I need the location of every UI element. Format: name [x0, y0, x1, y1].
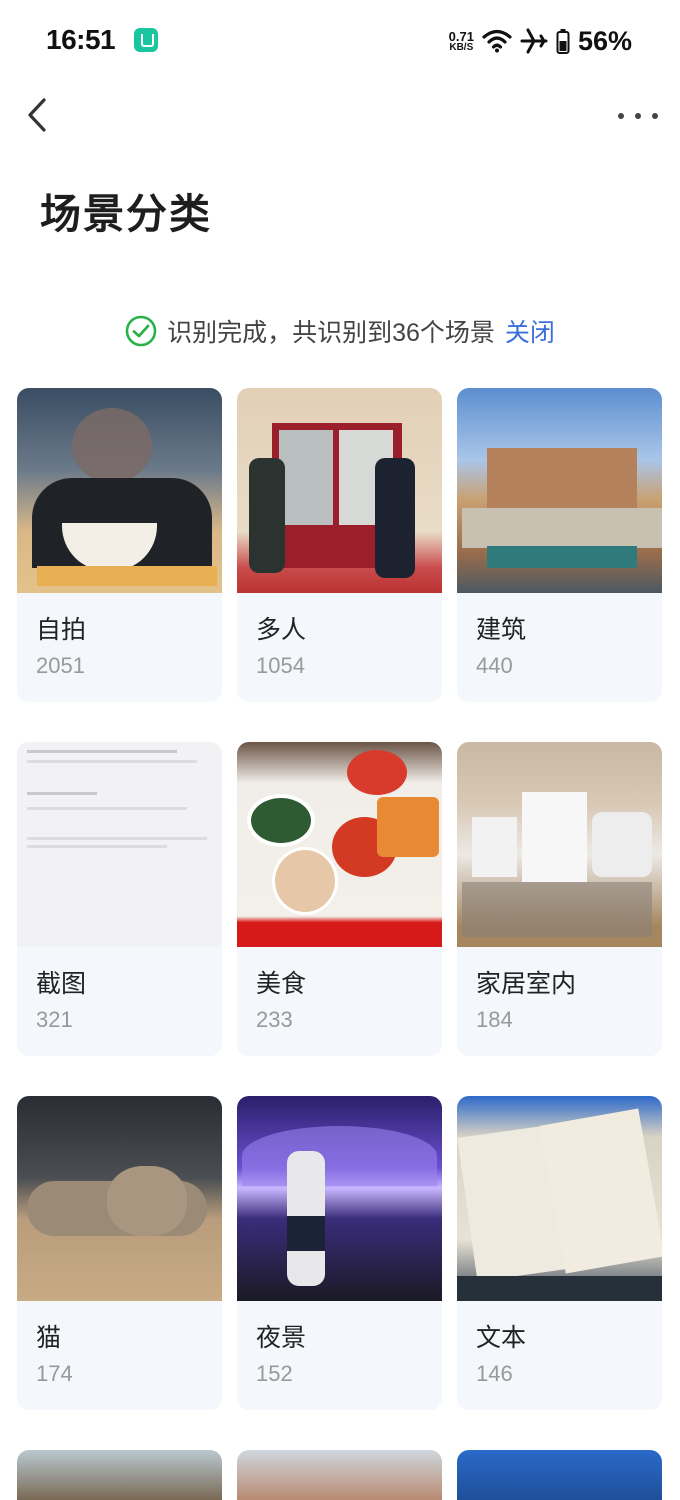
scene-card-selfie[interactable]: 自拍 2051 [17, 388, 222, 702]
scene-card-partial[interactable] [457, 1450, 662, 1500]
more-horizontal-icon [635, 113, 641, 119]
battery-icon [556, 29, 570, 54]
scene-count: 152 [256, 1361, 293, 1386]
battery-percent: 56% [577, 25, 632, 56]
scene-thumbnail [457, 742, 662, 947]
close-banner-link[interactable]: 关闭 [505, 313, 555, 349]
status-bar: 16:51 0.71 KB/S 56% [0, 0, 680, 80]
scene-thumbnail [457, 388, 662, 593]
scene-card-building[interactable]: 建筑 440 [457, 388, 662, 702]
scene-name: 美食 [256, 970, 307, 998]
scene-card-food[interactable]: 美食 233 [237, 742, 442, 1056]
more-horizontal-icon [652, 113, 658, 119]
network-speed-unit: KB/S [449, 41, 474, 53]
status-time: 16:51 [46, 24, 116, 55]
scene-thumbnail [17, 1096, 222, 1301]
scene-card-home-interior[interactable]: 家居室内 184 [457, 742, 662, 1056]
scene-name: 文本 [476, 1324, 527, 1352]
scene-name: 猫 [36, 1324, 62, 1352]
scene-card-partial[interactable] [17, 1450, 222, 1500]
scene-count: 2051 [36, 653, 85, 678]
scene-card-partial[interactable] [237, 1450, 442, 1500]
back-button[interactable] [18, 94, 58, 138]
page-title: 场景分类 [40, 191, 212, 237]
scene-card-screenshot[interactable]: 截图 321 [17, 742, 222, 1056]
scene-thumbnail [457, 1096, 662, 1301]
scene-count: 233 [256, 1007, 293, 1032]
scene-name: 建筑 [476, 616, 527, 644]
scene-name: 家居室内 [476, 970, 577, 998]
scene-name: 截图 [36, 970, 87, 998]
app-notification-icon [134, 28, 158, 52]
scene-count: 440 [476, 653, 513, 678]
scene-count: 1054 [256, 653, 305, 678]
chevron-left-icon [28, 98, 46, 132]
banner-text: 识别完成，共识别到36个场景 [167, 319, 495, 347]
recognition-banner: 识别完成，共识别到36个场景 关闭 [0, 310, 680, 352]
scene-name: 多人 [256, 616, 307, 644]
more-horizontal-icon [618, 113, 624, 119]
scene-count: 174 [36, 1361, 73, 1386]
scene-count: 321 [36, 1007, 73, 1032]
network-speed: 0.71 KB/S [449, 30, 474, 53]
network-speed-value: 0.71 [448, 28, 474, 44]
scene-name: 夜景 [256, 1324, 307, 1352]
check-circle-icon [125, 315, 157, 347]
wifi-icon [482, 29, 512, 53]
nav-bar [0, 80, 680, 160]
scene-card-night[interactable]: 夜景 152 [237, 1096, 442, 1410]
scene-thumbnail [17, 742, 222, 947]
scene-card-group[interactable]: 多人 1054 [237, 388, 442, 702]
scene-thumbnail [237, 388, 442, 593]
scene-thumbnail [237, 742, 442, 947]
scene-card-cat[interactable]: 猫 174 [17, 1096, 222, 1410]
status-indicators: 0.71 KB/S 56% [449, 24, 632, 58]
scene-count: 184 [476, 1007, 513, 1032]
airplane-mode-icon [520, 28, 548, 54]
scene-thumbnail [237, 1096, 442, 1301]
scene-count: 146 [476, 1361, 513, 1386]
scene-name: 自拍 [36, 616, 87, 644]
scene-card-text[interactable]: 文本 146 [457, 1096, 662, 1410]
scene-thumbnail [17, 388, 222, 593]
more-options-button[interactable] [618, 106, 658, 126]
